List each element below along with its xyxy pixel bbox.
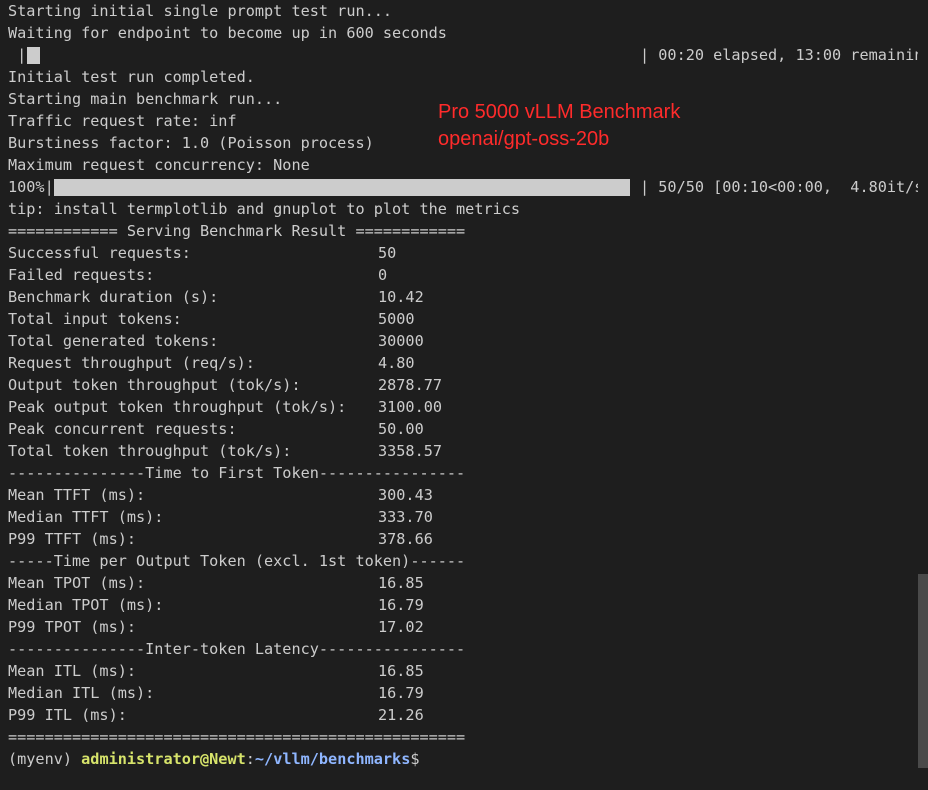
progress-status: | 00:20 elapsed, 13:00 remaining [640,46,918,64]
metric-value: 10.42 [378,288,424,306]
metric-row: Mean TPOT (ms): 16.85 [8,572,918,594]
overlay-model: openai/gpt-oss-20b [438,128,610,150]
log-line: Initial test run completed. [8,68,255,86]
metric-label: Mean TTFT (ms): [8,486,146,504]
tpot-rows: Mean TPOT (ms): 16.85 Median TPOT (ms): 16.… [8,572,918,638]
metric-value: 5000 [378,310,415,328]
metric-label: Output token throughput (tok/s): [8,376,301,394]
prompt-path: ~/vllm/benchmarks [254,750,411,768]
metric-value: 16.85 [378,662,424,680]
progress-prefix: | [8,46,27,64]
metric-value: 17.02 [378,618,424,636]
metric-row: Peak output token throughput (tok/s): 310… [8,396,918,418]
metric-value: 16.79 [378,596,424,614]
metric-row: Total generated tokens: 30000 [8,330,918,352]
metric-label: Successful requests: [8,244,191,262]
metric-value: 30000 [378,332,424,350]
metric-value: 16.85 [378,574,424,592]
metric-label: Peak output token throughput (tok/s): [8,398,347,416]
metric-label: Total input tokens: [8,310,182,328]
metric-label: Total token throughput (tok/s): [8,442,292,460]
progress-bar-main: 100%| | 50/50 [00:10<00:00, 4.80it/s] [8,176,918,198]
metric-value: 300.43 [378,486,433,504]
metric-label: Benchmark duration (s): [8,288,219,306]
metric-row: Failed requests: 0 [8,264,918,286]
metric-row: P99 TPOT (ms): 17.02 [8,616,918,638]
metric-row: Peak concurrent requests: 50.00 [8,418,918,440]
metric-row: Total token throughput (tok/s): 3358.57 [8,440,918,462]
metric-value: 3358.57 [378,442,443,460]
prompt-env: (myenv) [8,750,82,768]
overlay-title: Pro 5000 vLLM Benchmark [438,101,681,123]
log-line: Maximum request concurrency: None [8,156,310,174]
prompt-dollar: $ [410,750,420,768]
metric-label: Mean ITL (ms): [8,662,137,680]
metric-row: Benchmark duration (s): 10.42 [8,286,918,308]
tpot-header: -----Time per Output Token (excl. 1st to… [8,552,466,570]
metric-label: Peak concurrent requests: [8,420,237,438]
progress-status: | 50/50 [00:10<00:00, 4.80it/s] [640,178,918,196]
result-header: ============ Serving Benchmark Result ==… [8,222,466,240]
prompt-user-host: administrator@Newt [81,750,246,768]
scrollbar-track[interactable] [918,0,928,790]
ttft-rows: Mean TTFT (ms): 300.43 Median TTFT (ms): 33… [8,484,918,550]
metric-row: P99 ITL (ms): 21.26 [8,704,918,726]
metric-row: Total input tokens: 5000 [8,308,918,330]
result-footer: ========================================… [8,728,466,746]
metric-value: 21.26 [378,706,424,724]
progress-fill [27,47,40,64]
log-line: Starting initial single prompt test run.… [8,2,393,20]
metric-row: P99 TTFT (ms): 378.66 [8,528,918,550]
metric-label: P99 ITL (ms): [8,706,127,724]
benchmark-title-overlay: Pro 5000 vLLM Benchmark openai/gpt-oss-2… [438,99,680,153]
metric-value: 16.79 [378,684,424,702]
progress-bar-initial: | | 00:20 elapsed, 13:00 remaining [8,44,918,66]
metric-row: Median TPOT (ms): 16.79 [8,594,918,616]
metric-label: Failed requests: [8,266,155,284]
metric-value: 2878.77 [378,376,443,394]
metric-label: Mean TPOT (ms): [8,574,146,592]
metric-row: Mean TTFT (ms): 300.43 [8,484,918,506]
prompt-colon: : [245,750,255,768]
metric-value: 3100.00 [378,398,443,416]
progress-fill [54,179,630,196]
metric-row: Output token throughput (tok/s): 2878.77 [8,374,918,396]
metric-label: Median TPOT (ms): [8,596,164,614]
metric-label: P99 TTFT (ms): [8,530,137,548]
scrollbar-thumb[interactable] [918,574,928,768]
metric-value: 0 [378,266,388,284]
ttft-header: ---------------Time to First Token------… [8,464,466,482]
metric-value: 378.66 [378,530,433,548]
metric-label: P99 TPOT (ms): [8,618,137,636]
metric-value: 50 [378,244,397,262]
itl-rows: Mean ITL (ms): 16.85 Median ITL (ms): 16.79… [8,660,918,726]
shell-prompt[interactable]: (myenv) administrator@Newt:~/vllm/benchm… [8,748,918,770]
metric-value: 4.80 [378,354,415,372]
metric-value: 333.70 [378,508,433,526]
metric-label: Total generated tokens: [8,332,219,350]
metric-row: Median TTFT (ms): 333.70 [8,506,918,528]
itl-header: ---------------Inter-token Latency------… [8,640,466,658]
metric-label: Median ITL (ms): [8,684,155,702]
metric-label: Median TTFT (ms): [8,508,164,526]
metric-row: Request throughput (req/s): 4.80 [8,352,918,374]
metric-row: Mean ITL (ms): 16.85 [8,660,918,682]
metric-row: Median ITL (ms): 16.79 [8,682,918,704]
tip-line: tip: install termplotlib and gnuplot to … [8,200,521,218]
result-rows: Successful requests: 50 Failed requests: 0 B… [8,242,918,462]
progress-prefix: 100%| [8,178,54,196]
metric-row: Successful requests: 50 [8,242,918,264]
log-line: Waiting for endpoint to become up in 600… [8,24,447,42]
metric-label: Request throughput (req/s): [8,354,255,372]
metric-value: 50.00 [378,420,424,438]
